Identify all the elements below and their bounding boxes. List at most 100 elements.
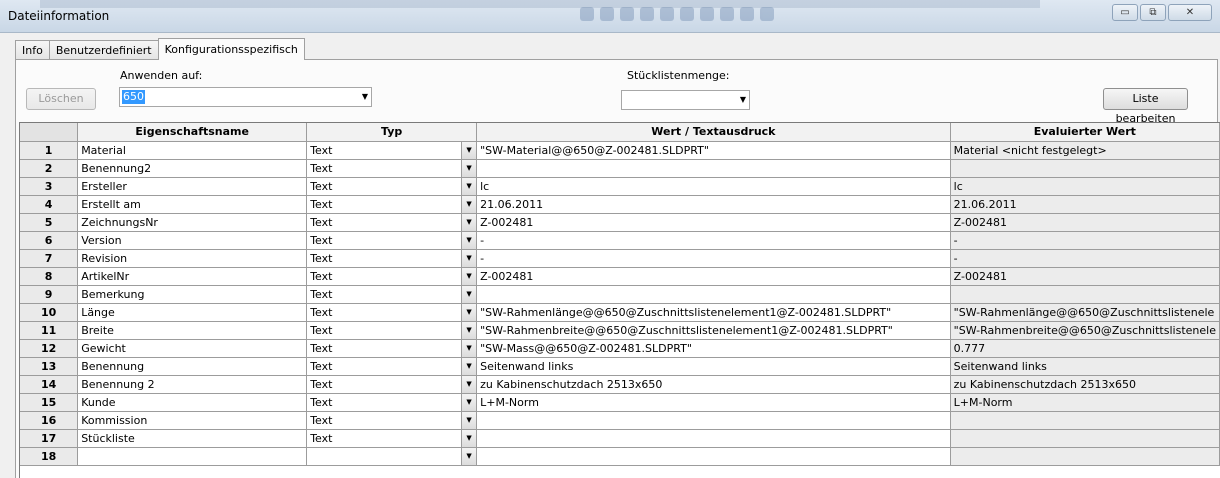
property-name-cell[interactable]: Stückliste	[77, 429, 308, 448]
value-cell[interactable]: lc	[476, 177, 951, 196]
value-cell[interactable]: 21.06.2011	[476, 195, 951, 214]
chevron-down-icon[interactable]: ▼	[362, 93, 368, 101]
type-cell[interactable]: Text ▼	[306, 213, 478, 232]
row-number[interactable]: 12	[20, 339, 79, 358]
table-row[interactable]: 14 Benennung 2 Text ▼ zu Kabinenschutzdach 2…	[20, 375, 1220, 394]
value-cell[interactable]: "SW-Mass@@650@Z-002481.SLDPRT"	[476, 339, 951, 358]
property-name-cell[interactable]: Material	[77, 141, 308, 160]
value-cell[interactable]: Seitenwand links	[476, 357, 951, 376]
value-cell[interactable]: -	[476, 249, 951, 268]
type-cell[interactable]: Text ▼	[306, 159, 478, 178]
table-row[interactable]: 15 Kunde Text ▼ L+M-Norm L+M-Norm	[20, 393, 1220, 412]
edit-list-button[interactable]: Liste bearbeiten	[1103, 88, 1188, 125]
select-all-corner[interactable]	[20, 123, 79, 142]
table-row[interactable]: 10 Länge Text ▼ "SW-Rahmenlänge@@650@Zuschni…	[20, 303, 1220, 322]
value-cell[interactable]: "SW-Rahmenlänge@@650@Zuschnittslistenele…	[476, 303, 951, 322]
table-row[interactable]: 9 Bemerkung Text ▼	[20, 285, 1220, 304]
bom-quantity-combo[interactable]: ▼	[621, 90, 750, 110]
type-cell[interactable]: Text ▼	[306, 141, 478, 160]
row-number[interactable]: 3	[20, 177, 79, 196]
chevron-down-icon[interactable]: ▼	[740, 96, 746, 104]
table-row[interactable]: 11 Breite Text ▼ "SW-Rahmenbreite@@650@Zusch…	[20, 321, 1220, 340]
row-number[interactable]: 2	[20, 159, 79, 178]
minimize-button[interactable]: ▭	[1112, 4, 1138, 21]
table-row[interactable]: 16 Kommission Text ▼	[20, 411, 1220, 430]
chevron-down-icon[interactable]: ▼	[461, 249, 476, 266]
value-cell[interactable]: Z-002481	[476, 213, 951, 232]
row-number[interactable]: 6	[20, 231, 79, 250]
value-cell[interactable]: "SW-Material@@650@Z-002481.SLDPRT"	[476, 141, 951, 160]
row-number[interactable]: 15	[20, 393, 79, 412]
row-number[interactable]: 5	[20, 213, 79, 232]
chevron-down-icon[interactable]: ▼	[461, 177, 476, 194]
chevron-down-icon[interactable]: ▼	[461, 213, 476, 230]
type-cell[interactable]: Text ▼	[306, 411, 478, 430]
row-number[interactable]: 1	[20, 141, 79, 160]
column-header-evaluated[interactable]: Evaluierter Wert	[950, 123, 1220, 142]
table-row[interactable]: 17 Stückliste Text ▼	[20, 429, 1220, 448]
value-cell[interactable]	[476, 447, 951, 466]
row-number[interactable]: 10	[20, 303, 79, 322]
property-name-cell[interactable]: ZeichnungsNr	[77, 213, 308, 232]
property-name-cell[interactable]	[77, 447, 308, 466]
table-row[interactable]: 5 ZeichnungsNr Text ▼ Z-002481 Z-002481	[20, 213, 1220, 232]
maximize-button[interactable]: ⧉	[1140, 4, 1166, 21]
row-number[interactable]: 14	[20, 375, 79, 394]
row-number[interactable]: 8	[20, 267, 79, 286]
chevron-down-icon[interactable]: ▼	[461, 267, 476, 284]
column-header-property-name[interactable]: Eigenschaftsname	[77, 123, 308, 142]
row-number[interactable]: 18	[20, 447, 79, 466]
row-number[interactable]: 9	[20, 285, 79, 304]
table-row[interactable]: 1 Material Text ▼ "SW-Material@@650@Z-002481…	[20, 141, 1220, 160]
close-button[interactable]: ✕	[1168, 4, 1212, 21]
chevron-down-icon[interactable]: ▼	[461, 195, 476, 212]
row-number[interactable]: 17	[20, 429, 79, 448]
type-cell[interactable]: Text ▼	[306, 339, 478, 358]
value-cell[interactable]	[476, 159, 951, 178]
property-name-cell[interactable]: Benennung2	[77, 159, 308, 178]
row-number[interactable]: 16	[20, 411, 79, 430]
property-name-cell[interactable]: Kunde	[77, 393, 308, 412]
row-number[interactable]: 4	[20, 195, 79, 214]
type-cell[interactable]: Text ▼	[306, 177, 478, 196]
value-cell[interactable]	[476, 429, 951, 448]
value-cell[interactable]: -	[476, 231, 951, 250]
type-cell[interactable]: Text ▼	[306, 303, 478, 322]
type-cell[interactable]: Text ▼	[306, 195, 478, 214]
property-name-cell[interactable]: Benennung 2	[77, 375, 308, 394]
chevron-down-icon[interactable]: ▼	[461, 231, 476, 248]
table-row[interactable]: 2 Benennung2 Text ▼	[20, 159, 1220, 178]
table-row[interactable]: 13 Benennung Text ▼ Seitenwand links Seitenwa…	[20, 357, 1220, 376]
property-name-cell[interactable]: ArtikelNr	[77, 267, 308, 286]
chevron-down-icon[interactable]: ▼	[461, 321, 476, 338]
chevron-down-icon[interactable]: ▼	[461, 375, 476, 392]
row-number[interactable]: 13	[20, 357, 79, 376]
value-cell[interactable]: zu Kabinenschutzdach 2513x650	[476, 375, 951, 394]
type-cell[interactable]: Text ▼	[306, 285, 478, 304]
value-cell[interactable]: Z-002481	[476, 267, 951, 286]
tab-info[interactable]: Info	[15, 40, 50, 60]
value-cell[interactable]	[476, 285, 951, 304]
property-name-cell[interactable]: Ersteller	[77, 177, 308, 196]
table-row[interactable]: 7 Revision Text ▼ - -	[20, 249, 1220, 268]
property-name-cell[interactable]: Erstellt am	[77, 195, 308, 214]
table-row[interactable]: 4 Erstellt am Text ▼ 21.06.2011 21.06.2011	[20, 195, 1220, 214]
type-cell[interactable]: ▼	[306, 447, 478, 466]
property-name-cell[interactable]: Gewicht	[77, 339, 308, 358]
table-row[interactable]: 6 Version Text ▼ - -	[20, 231, 1220, 250]
row-number[interactable]: 11	[20, 321, 79, 340]
apply-to-combo[interactable]: 650 ▼	[119, 87, 372, 107]
row-number[interactable]: 7	[20, 249, 79, 268]
chevron-down-icon[interactable]: ▼	[461, 339, 476, 356]
property-name-cell[interactable]: Revision	[77, 249, 308, 268]
value-cell[interactable]: "SW-Rahmenbreite@@650@Zuschnittslistenel…	[476, 321, 951, 340]
table-row[interactable]: 8 ArtikelNr Text ▼ Z-002481 Z-002481	[20, 267, 1220, 286]
chevron-down-icon[interactable]: ▼	[461, 411, 476, 428]
type-cell[interactable]: Text ▼	[306, 429, 478, 448]
type-cell[interactable]: Text ▼	[306, 375, 478, 394]
property-name-cell[interactable]: Version	[77, 231, 308, 250]
table-row[interactable]: 18 ▼	[20, 447, 1220, 466]
chevron-down-icon[interactable]: ▼	[461, 393, 476, 410]
chevron-down-icon[interactable]: ▼	[461, 285, 476, 302]
value-cell[interactable]	[476, 411, 951, 430]
